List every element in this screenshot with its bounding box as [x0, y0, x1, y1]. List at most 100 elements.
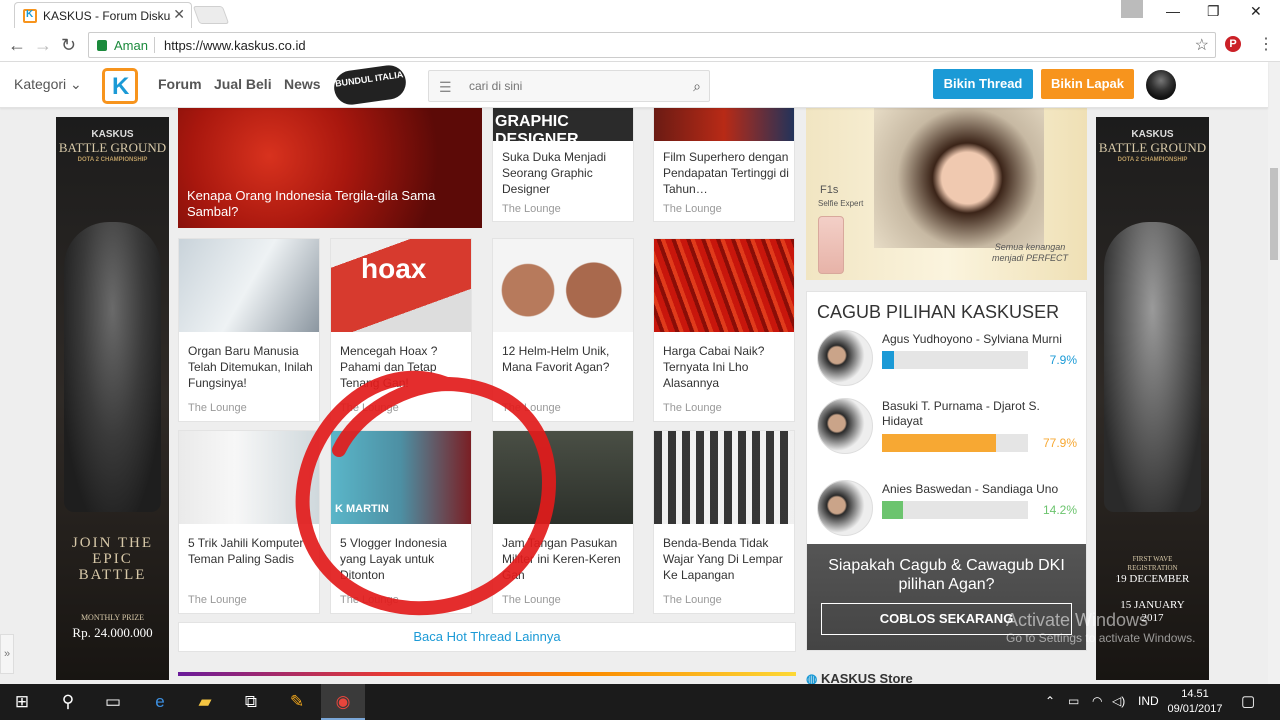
- tab-close-icon[interactable]: ✕: [173, 6, 185, 23]
- edge-browser-icon[interactable]: e: [138, 684, 182, 720]
- hot-thread-grid: Kenapa Orang Indonesia Tergila-gila Sama…: [178, 108, 796, 684]
- battery-icon[interactable]: ▭: [1068, 694, 1079, 708]
- scrollbar-thumb[interactable]: [1270, 168, 1278, 260]
- search-input[interactable]: [469, 79, 669, 93]
- candidate-name: Basuki T. Purnama - Djarot S. Hidayat: [882, 399, 1040, 428]
- thread-thumbnail: hoax: [331, 239, 471, 332]
- nav-news[interactable]: News: [284, 76, 321, 92]
- ad-title: BATTLE GROUND: [58, 140, 167, 155]
- promo-model: F1s: [820, 184, 839, 196]
- featured-thread-card[interactable]: Kenapa Orang Indonesia Tergila-gila Sama…: [178, 108, 482, 228]
- user-profile-icon[interactable]: [1121, 0, 1143, 18]
- close-window-icon[interactable]: ✕: [1250, 3, 1262, 20]
- volume-icon[interactable]: ◁): [1112, 694, 1125, 708]
- thread-card[interactable]: Harga Cabai Naik? Ternyata Ini Lho Alasa…: [653, 238, 795, 422]
- hamburger-icon[interactable]: ☰: [439, 79, 452, 96]
- browser-tab-bar: KASKUS - Forum Diskusi ✕ — ❐ ✕: [0, 0, 1280, 28]
- thread-category: The Lounge: [502, 203, 561, 215]
- system-clock[interactable]: 14.51 09/01/2017: [1165, 687, 1225, 717]
- user-avatar[interactable]: [1146, 70, 1176, 100]
- start-windows-icon[interactable]: ⊞: [0, 684, 44, 720]
- thread-card[interactable]: GRAPHIC DESIGNER Suka Duka Menjadi Seora…: [492, 108, 634, 222]
- poll-percentage: 14.2%: [1042, 503, 1077, 517]
- reload-icon[interactable]: ↻: [61, 35, 76, 56]
- url-text[interactable]: https://www.kaskus.co.id: [164, 38, 306, 53]
- minimize-icon[interactable]: —: [1166, 3, 1180, 19]
- candidate-name: Anies Baswedan - Sandiaga Uno: [882, 482, 1059, 496]
- poll-bar-fill: [882, 351, 894, 369]
- bundul-italia-logo[interactable]: BUNDUL ITALIA: [331, 63, 409, 107]
- thread-card[interactable]: Film Superhero dengan Pendapatan Terting…: [653, 108, 795, 222]
- bikin-thread-button[interactable]: Bikin Thread: [933, 69, 1033, 99]
- thread-thumbnail: K MARTIN: [331, 431, 471, 524]
- bikin-lapak-button[interactable]: Bikin Lapak: [1041, 69, 1134, 99]
- browser-tab[interactable]: KASKUS - Forum Diskusi ✕: [14, 2, 192, 28]
- tray-chevron-icon[interactable]: ⌃: [1045, 694, 1055, 708]
- thread-title: Jam Tangan Pasukan Militer ini Keren-Ker…: [502, 536, 621, 582]
- clock-date: 09/01/2017: [1167, 703, 1223, 715]
- pinterest-extension-icon[interactable]: P: [1225, 36, 1241, 52]
- secure-label: Aman: [114, 38, 148, 53]
- thread-thumbnail: [654, 431, 794, 524]
- ad-reg-start: 19 DECEMBER: [1115, 573, 1190, 585]
- thread-thumbnail: [179, 239, 319, 332]
- back-icon[interactable]: ←: [8, 35, 26, 56]
- right-battleground-ad[interactable]: KASKUS BATTLE GROUND DOTA 2 CHAMPIONSHIP…: [1096, 117, 1209, 680]
- thread-thumbnail: [493, 239, 633, 332]
- notifications-icon[interactable]: ▢: [1241, 692, 1255, 710]
- thread-card[interactable]: hoax Mencegah Hoax ? Pahami dan Tetap Te…: [330, 238, 472, 422]
- forward-icon[interactable]: →: [34, 35, 52, 56]
- thread-title: 5 Trik Jahili Komputer Teman Paling Sadi…: [188, 536, 304, 566]
- thread-card[interactable]: Organ Baru Manusia Telah Ditemukan, Inil…: [178, 238, 320, 422]
- new-tab-button[interactable]: [192, 6, 230, 24]
- nav-forum[interactable]: Forum: [158, 76, 202, 92]
- oppo-promo-ad[interactable]: F1s Selfie Expert Semua kenangan menjadi…: [806, 108, 1087, 280]
- wifi-icon[interactable]: ◠: [1092, 694, 1102, 708]
- thread-card[interactable]: 5 Trik Jahili Komputer Teman Paling Sadi…: [178, 430, 320, 614]
- thread-title: Harga Cabai Naik? Ternyata Ini Lho Alasa…: [663, 344, 765, 390]
- ad-prize: Rp. 24.000.000: [72, 625, 153, 640]
- app-icon[interactable]: ✎: [275, 684, 319, 720]
- search-icon[interactable]: ⌕: [693, 78, 701, 95]
- thread-category: The Lounge: [663, 203, 722, 215]
- thread-category: The Lounge: [188, 594, 247, 606]
- ad-registration-label: FIRST WAVE REGISTRATION: [1127, 555, 1178, 572]
- phone-image: [818, 216, 844, 274]
- tab-title: KASKUS - Forum Diskusi: [43, 9, 171, 23]
- chrome-icon[interactable]: ◉: [321, 684, 365, 720]
- store-icon[interactable]: ⧉: [229, 684, 273, 720]
- task-view-icon[interactable]: ▭: [91, 684, 135, 720]
- thread-category: The Lounge: [340, 402, 399, 414]
- poll-bar: [882, 434, 1028, 452]
- poll-percentage: 7.9%: [1049, 353, 1077, 367]
- ad-prize-label: MONTHLY PRIZE: [80, 613, 145, 622]
- file-explorer-icon[interactable]: ▰: [183, 684, 227, 720]
- poll-title: CAGUB PILIHAN KASKUSER: [817, 302, 1060, 322]
- cagub-poll: CAGUB PILIHAN KASKUSER Agus Yudhoyono - …: [806, 291, 1087, 651]
- nav-jual-beli[interactable]: Jual Beli: [214, 76, 272, 92]
- thread-card[interactable]: K MARTIN 5 Vlogger Indonesia yang Layak …: [330, 430, 472, 614]
- kategori-dropdown[interactable]: Kategori ⌄: [14, 76, 82, 93]
- store-globe-icon: ◍: [806, 671, 818, 684]
- kaskus-header: Kategori ⌄ Forum Jual Beli News BUNDUL I…: [0, 62, 1268, 108]
- side-panel-toggle[interactable]: »: [0, 634, 14, 674]
- thread-card[interactable]: Jam Tangan Pasukan Militer ini Keren-Ker…: [492, 430, 634, 614]
- left-battleground-ad[interactable]: KASKUS BATTLE GROUND DOTA 2 CHAMPIONSHIP…: [56, 117, 169, 680]
- restore-icon[interactable]: ❐: [1207, 3, 1220, 20]
- thread-thumbnail: [654, 108, 794, 141]
- section-divider: [178, 672, 796, 676]
- chevron-down-icon: ⌄: [70, 76, 82, 92]
- page-scrollbar[interactable]: [1268, 62, 1280, 684]
- input-language[interactable]: IND: [1138, 694, 1159, 708]
- chrome-menu-icon[interactable]: ⋮: [1258, 34, 1274, 54]
- ad-hero-figure: [64, 222, 161, 512]
- kaskus-logo[interactable]: [102, 68, 138, 104]
- omnibox[interactable]: Aman https://www.kaskus.co.id ☆: [88, 32, 1216, 58]
- bookmark-star-icon[interactable]: ☆: [1195, 35, 1209, 55]
- thread-card[interactable]: 12 Helm-Helm Unik, Mana Favorit Agan? Th…: [492, 238, 634, 422]
- search-icon[interactable]: ⚲: [46, 684, 90, 720]
- more-hot-threads-link[interactable]: Baca Hot Thread Lainnya: [178, 622, 796, 652]
- ad-brand: KASKUS: [91, 129, 134, 140]
- candidate-photo: [817, 330, 873, 386]
- thread-card[interactable]: Benda-Benda Tidak Wajar Yang Di Lempar K…: [653, 430, 795, 614]
